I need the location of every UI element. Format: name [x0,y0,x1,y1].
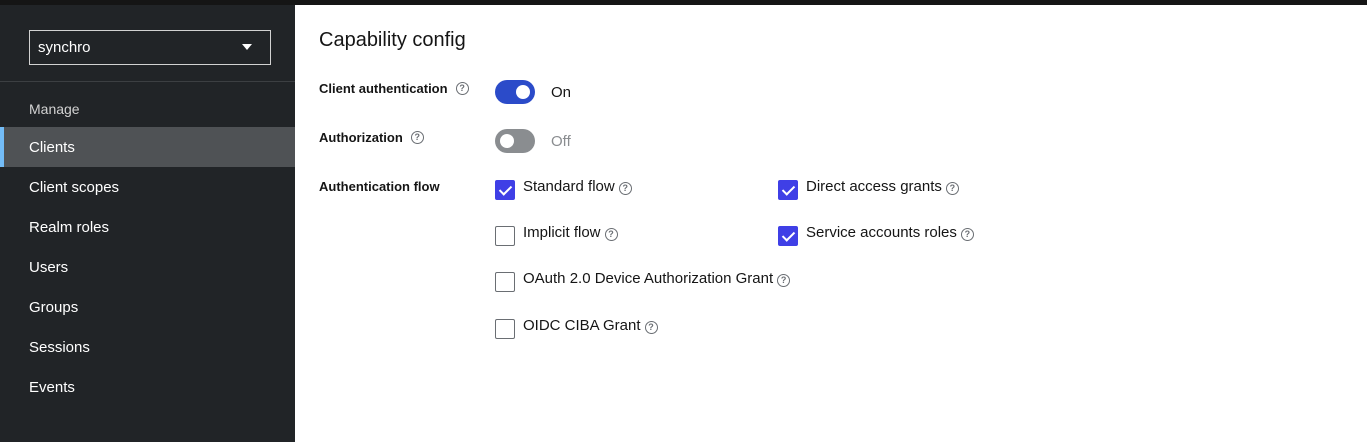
sidebar-item-events[interactable]: Events [0,367,295,407]
sidebar-item-label: Groups [29,298,79,316]
sidebar-item-clients[interactable]: Clients [0,127,295,167]
service-accounts-roles-text: Service accounts roles [806,224,957,241]
implicit-flow-option[interactable]: Implicit flow ? [495,224,618,246]
oidc-ciba-grant-text: OIDC CIBA Grant [523,317,641,334]
section-title: Capability config [319,29,466,51]
check-label: OIDC CIBA Grant ? [523,317,658,334]
question-circle-icon[interactable]: ? [960,227,974,241]
question-circle-icon[interactable]: ? [618,181,632,195]
sidebar-item-label: Client scopes [29,178,120,196]
service-accounts-roles-checkbox[interactable] [778,226,798,246]
check-label: Service accounts roles ? [806,224,974,241]
client-authentication-state: On [551,83,572,101]
nav-group-title: Manage [29,101,80,117]
sidebar-item-groups[interactable]: Groups [0,287,295,327]
oidc-ciba-grant-option[interactable]: OIDC CIBA Grant ? [495,317,658,339]
sidebar-divider [0,81,295,82]
standard-flow-text: Standard flow [523,178,615,195]
sidebar-item-label: Sessions [29,338,90,356]
implicit-flow-checkbox[interactable] [495,226,515,246]
standard-flow-checkbox[interactable] [495,180,515,200]
sidebar-item-client-scopes[interactable]: Client scopes [0,167,295,207]
question-circle-icon[interactable]: ? [455,82,469,95]
authorization-label-text: Authorization [319,130,403,145]
client-authentication-toggle[interactable] [495,80,535,104]
client-authentication-label-text: Client authentication [319,81,448,96]
service-accounts-roles-option[interactable]: Service accounts roles ? [778,224,974,246]
realm-selector[interactable]: synchro [29,30,271,65]
sidebar-item-label: Users [29,258,69,276]
direct-access-grants-text: Direct access grants [806,178,942,195]
oauth-device-grant-text: OAuth 2.0 Device Authorization Grant [523,270,774,287]
authentication-flow-label-text: Authentication flow [319,179,440,194]
caret-down-icon [242,44,252,50]
question-circle-icon[interactable]: ? [945,181,959,195]
check-label: Standard flow ? [523,178,632,195]
sidebar-item-realm-roles[interactable]: Realm roles [0,207,295,247]
authorization-toggle[interactable] [495,129,535,153]
sidebar-item-label: Realm roles [29,218,110,236]
main-content: Capability config Client authentication … [295,5,1367,442]
direct-access-grants-checkbox[interactable] [778,180,798,200]
authentication-flow-label: Authentication flow [319,179,440,194]
check-label: Direct access grants ? [806,178,959,195]
authorization-label: Authorization ? [319,130,424,145]
check-label: OAuth 2.0 Device Authorization Grant ? [523,270,791,287]
sidebar: synchro Manage Clients Client scopes Rea… [0,5,295,442]
standard-flow-option[interactable]: Standard flow ? [495,178,632,200]
question-circle-icon[interactable]: ? [604,227,618,241]
client-authentication-label: Client authentication ? [319,81,469,96]
toggle-knob [516,85,530,99]
implicit-flow-text: Implicit flow [523,224,601,241]
nav-list: Clients Client scopes Realm roles Users … [0,127,295,407]
authorization-state: Off [551,132,571,150]
question-circle-icon[interactable]: ? [777,273,791,287]
direct-access-grants-option[interactable]: Direct access grants ? [778,178,959,200]
oauth-device-grant-option[interactable]: OAuth 2.0 Device Authorization Grant ? [495,270,791,292]
question-circle-icon[interactable]: ? [644,320,658,334]
sidebar-item-sessions[interactable]: Sessions [0,327,295,367]
sidebar-item-label: Clients [29,138,75,156]
toggle-knob [500,134,514,148]
realm-selector-value: synchro [38,39,91,56]
sidebar-item-users[interactable]: Users [0,247,295,287]
question-circle-icon[interactable]: ? [410,131,424,144]
client-authentication-switch-row: On [495,80,571,104]
sidebar-item-label: Events [29,378,75,396]
authorization-switch-row: Off [495,129,571,153]
oidc-ciba-grant-checkbox[interactable] [495,319,515,339]
check-label: Implicit flow ? [523,224,618,241]
oauth-device-grant-checkbox[interactable] [495,272,515,292]
